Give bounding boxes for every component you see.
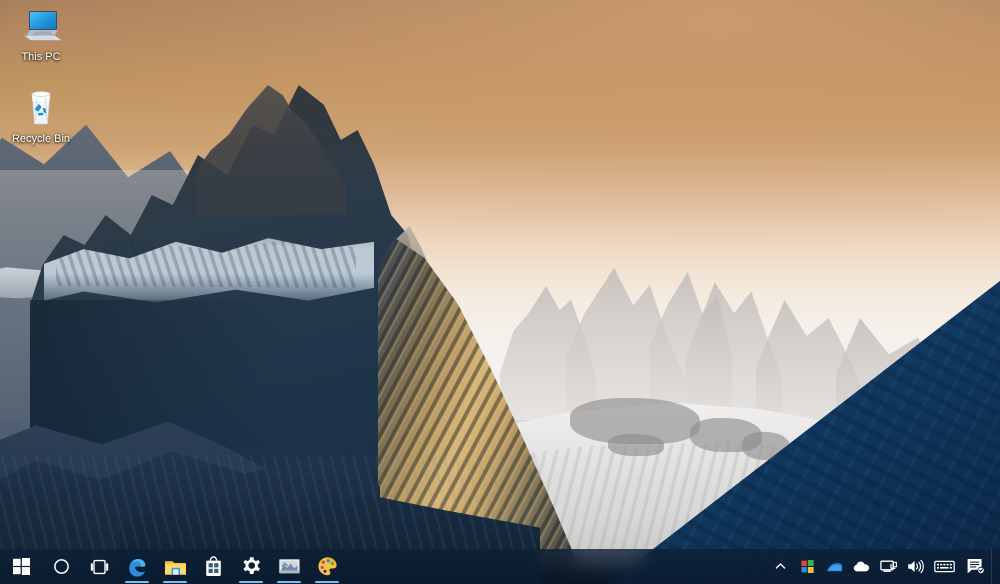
running-indicator	[239, 581, 263, 583]
taskbar-pinned-area	[0, 549, 346, 584]
system-tray	[767, 549, 1000, 584]
paint-palette-icon	[317, 557, 337, 576]
tray-item-graphics[interactable]	[821, 549, 848, 584]
network-monitor-icon	[880, 560, 897, 572]
running-indicator	[163, 581, 187, 583]
running-indicator	[315, 581, 339, 583]
cortana-search-button[interactable]	[42, 549, 80, 584]
keyboard-icon	[934, 560, 955, 573]
tray-item-network[interactable]	[875, 549, 902, 584]
task-view-icon	[90, 559, 108, 574]
taskbar-item-paint[interactable]	[308, 549, 346, 584]
action-center-button[interactable]	[960, 549, 991, 584]
show-hidden-icons-button[interactable]	[767, 549, 794, 584]
taskbar-item-store[interactable]	[194, 549, 232, 584]
task-view-button[interactable]	[80, 549, 118, 584]
photo-picture-icon	[278, 558, 300, 574]
taskbar-item-file-explorer[interactable]	[156, 549, 194, 584]
taskbar-empty-area[interactable]	[346, 549, 767, 584]
recycle-bin-icon	[17, 88, 65, 130]
cloud-icon	[853, 561, 869, 572]
store-bag-icon	[205, 556, 221, 576]
tray-item-volume[interactable]	[902, 549, 929, 584]
edge-icon	[129, 558, 146, 577]
chevron-up-icon	[775, 563, 786, 569]
desktop-icon-label: Recycle Bin	[11, 133, 71, 145]
cortana-circle-icon	[53, 559, 69, 574]
wallpaper-vignette	[0, 0, 1000, 584]
graphics-icon	[827, 562, 843, 571]
notification-center-icon	[967, 559, 985, 574]
windows-logo-icon	[12, 558, 30, 575]
desktop-icon-this-pc[interactable]: This PC	[3, 6, 79, 64]
folder-icon	[164, 560, 186, 575]
desktop-icon-recycle-bin[interactable]: Recycle Bin	[3, 88, 79, 146]
start-button[interactable]	[0, 549, 42, 584]
taskbar-item-settings[interactable]	[232, 549, 270, 584]
taskbar[interactable]	[0, 549, 1000, 584]
security-shield-icon	[801, 560, 814, 573]
desktop-wallpaper	[0, 0, 1000, 584]
gear-icon	[243, 557, 260, 574]
running-indicator	[125, 581, 149, 583]
running-indicator	[277, 581, 301, 583]
desktop-icon-label: This PC	[21, 51, 61, 63]
taskbar-item-edge[interactable]	[118, 549, 156, 584]
speaker-volume-icon	[908, 559, 924, 574]
monitor-computer-icon	[17, 6, 65, 48]
tray-item-security[interactable]	[794, 549, 821, 584]
show-desktop-button[interactable]	[991, 549, 998, 584]
taskbar-item-photos[interactable]	[270, 549, 308, 584]
tray-item-onedrive[interactable]	[848, 549, 875, 584]
desktop[interactable]: This PC Recycle Bin	[0, 0, 1000, 584]
tray-item-input-indicator[interactable]	[929, 549, 960, 584]
